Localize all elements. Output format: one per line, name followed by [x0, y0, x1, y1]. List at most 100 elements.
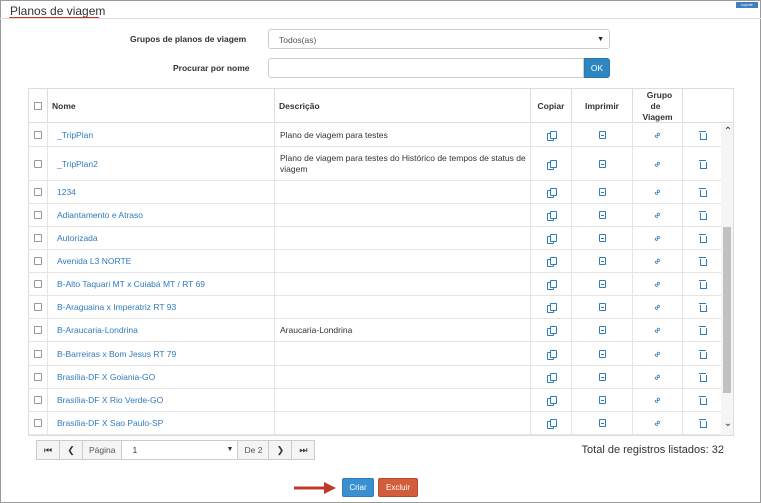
- link-icon[interactable]: ∞: [652, 255, 664, 267]
- pdf-icon[interactable]: [598, 257, 606, 265]
- copy-icon[interactable]: [547, 159, 557, 170]
- table-row[interactable]: Brasília-DF X Goiania-GO ∞: [29, 366, 721, 389]
- first-page-icon[interactable]: ⏮: [36, 440, 60, 460]
- row-print-cell: [572, 342, 633, 365]
- select-all-checkbox[interactable]: [34, 102, 42, 110]
- row-group-cell: ∞: [633, 147, 683, 180]
- row-print-cell: [572, 147, 633, 180]
- table-row[interactable]: B-Alto Taquari MT x Cuiabá MT / RT 69 ∞: [29, 273, 721, 296]
- table-row[interactable]: Autorizada ∞: [29, 227, 721, 250]
- trash-icon[interactable]: [698, 257, 707, 266]
- row-name-link[interactable]: Brasília-DF X Sao Paulo-SP: [29, 412, 275, 434]
- row-print-cell: [572, 319, 633, 341]
- row-name-link[interactable]: Brasília-DF X Goiania-GO: [29, 366, 275, 388]
- table-row[interactable]: B-Araguaina x Imperatriz RT 93 ∞: [29, 296, 721, 319]
- copy-icon[interactable]: [547, 303, 557, 313]
- trash-icon[interactable]: [698, 188, 707, 197]
- link-icon[interactable]: ∞: [652, 278, 664, 290]
- pdf-icon[interactable]: [598, 303, 606, 311]
- group-filter-select[interactable]: Todos(as) ▼: [268, 29, 610, 49]
- trash-icon[interactable]: [698, 303, 707, 312]
- copy-icon[interactable]: [547, 396, 557, 406]
- trash-icon[interactable]: [698, 280, 707, 289]
- trash-icon[interactable]: [698, 373, 707, 382]
- copy-icon[interactable]: [547, 257, 557, 267]
- link-icon[interactable]: ∞: [652, 209, 664, 221]
- header-description[interactable]: Descrição: [275, 89, 531, 123]
- row-name-link[interactable]: 1234: [29, 181, 275, 203]
- table-row[interactable]: _TripPlan Plano de viagem para testes ∞: [29, 124, 721, 147]
- row-name-link[interactable]: B-Araucaria-Londrina: [29, 319, 275, 341]
- pdf-icon[interactable]: [598, 188, 606, 196]
- row-name-link[interactable]: B-Araguaina x Imperatriz RT 93: [29, 296, 275, 318]
- copy-icon[interactable]: [547, 280, 557, 290]
- trash-icon[interactable]: [698, 349, 707, 359]
- table-row[interactable]: Brasília-DF X Rio Verde-GO ∞: [29, 389, 721, 412]
- pdf-icon[interactable]: [598, 234, 606, 242]
- link-icon[interactable]: ∞: [652, 232, 664, 244]
- next-page-icon[interactable]: ❯: [268, 440, 293, 460]
- pdf-icon[interactable]: [598, 131, 606, 139]
- row-name-link[interactable]: _TripPlan2: [29, 147, 275, 180]
- pdf-icon[interactable]: [598, 419, 606, 427]
- link-icon[interactable]: ∞: [652, 158, 664, 170]
- link-icon[interactable]: ∞: [652, 324, 664, 336]
- link-icon[interactable]: ∞: [652, 348, 664, 360]
- copy-icon[interactable]: [547, 349, 557, 360]
- pdf-icon[interactable]: [598, 280, 606, 288]
- link-icon[interactable]: ∞: [652, 371, 664, 383]
- scroll-down-icon[interactable]: ⌄: [722, 419, 733, 429]
- trash-icon[interactable]: [698, 419, 707, 428]
- trash-icon[interactable]: [698, 234, 707, 243]
- row-name-link[interactable]: Avenida L3 NORTE: [29, 250, 275, 272]
- last-page-icon[interactable]: ⏭: [291, 440, 316, 460]
- row-name-link[interactable]: Adiantamento e Atraso: [29, 204, 275, 226]
- pdf-icon[interactable]: [598, 373, 606, 381]
- row-print-cell: [572, 296, 633, 318]
- trash-icon[interactable]: [698, 211, 707, 220]
- trash-icon[interactable]: [698, 396, 707, 405]
- copy-icon[interactable]: [547, 131, 557, 141]
- copy-icon[interactable]: [547, 211, 557, 221]
- scroll-up-icon[interactable]: ⌃: [722, 127, 733, 137]
- search-input[interactable]: [268, 58, 584, 78]
- copy-icon[interactable]: [547, 188, 557, 198]
- table-row[interactable]: B-Barreiras x Bom Jesus RT 79 ∞: [29, 342, 721, 366]
- copy-icon[interactable]: [547, 326, 557, 336]
- copy-icon[interactable]: [547, 419, 557, 429]
- ok-button[interactable]: OK: [584, 58, 610, 78]
- row-name-link[interactable]: _TripPlan: [29, 124, 275, 146]
- previous-page-icon[interactable]: ❮: [59, 440, 83, 460]
- trash-icon[interactable]: [698, 159, 707, 169]
- link-icon[interactable]: ∞: [652, 186, 664, 198]
- support-badge[interactable]: suporte: [736, 2, 758, 8]
- create-button[interactable]: Criar: [342, 478, 374, 497]
- pdf-icon[interactable]: [598, 349, 606, 358]
- link-icon[interactable]: ∞: [652, 129, 664, 141]
- row-name-link[interactable]: Brasília-DF X Rio Verde-GO: [29, 389, 275, 411]
- copy-icon[interactable]: [547, 234, 557, 244]
- table-row[interactable]: B-Araucaria-Londrina Araucaria-Londrina ∞: [29, 319, 721, 342]
- table-row[interactable]: Adiantamento e Atraso ∞: [29, 204, 721, 227]
- table-row[interactable]: Brasília-DF X Sao Paulo-SP ∞: [29, 412, 721, 435]
- row-name-link[interactable]: B-Alto Taquari MT x Cuiabá MT / RT 69: [29, 273, 275, 295]
- trash-icon[interactable]: [698, 131, 707, 140]
- table-row[interactable]: Avenida L3 NORTE ∞: [29, 250, 721, 273]
- link-icon[interactable]: ∞: [652, 394, 664, 406]
- scrollbar-thumb[interactable]: [723, 227, 731, 393]
- row-name-link[interactable]: B-Barreiras x Bom Jesus RT 79: [29, 342, 275, 365]
- delete-button[interactable]: Excluir: [378, 478, 418, 497]
- pdf-icon[interactable]: [598, 396, 606, 404]
- link-icon[interactable]: ∞: [652, 301, 664, 313]
- copy-icon[interactable]: [547, 373, 557, 383]
- pdf-icon[interactable]: [598, 159, 606, 168]
- header-name[interactable]: Nome: [48, 89, 275, 123]
- pdf-icon[interactable]: [598, 211, 606, 219]
- link-icon[interactable]: ∞: [652, 417, 664, 429]
- row-name-link[interactable]: Autorizada: [29, 227, 275, 249]
- page-select[interactable]: 1 ▼: [121, 440, 239, 460]
- pdf-icon[interactable]: [598, 326, 606, 334]
- table-row[interactable]: _TripPlan2 Plano de viagem para testes do…: [29, 147, 721, 181]
- table-row[interactable]: 1234 ∞: [29, 181, 721, 204]
- trash-icon[interactable]: [698, 326, 707, 335]
